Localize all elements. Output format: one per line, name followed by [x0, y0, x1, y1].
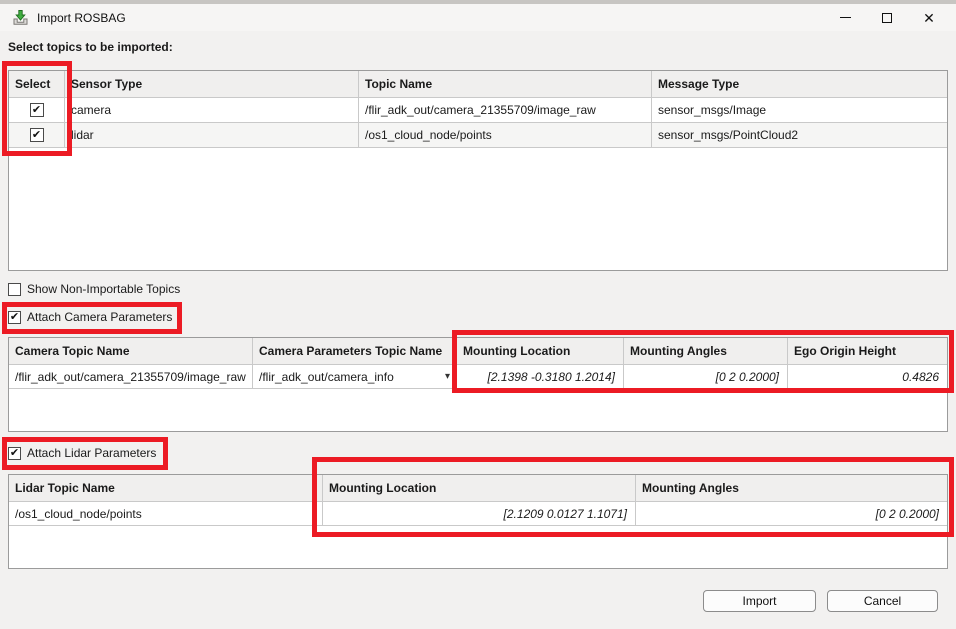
topics-row-lidar-select-cell: ✔	[9, 123, 65, 148]
topics-row-camera-sensor-type: camera	[65, 98, 359, 123]
topics-row-lidar-sensor-type: lidar	[65, 123, 359, 148]
lidar-mounting-angles-cell[interactable]: [0 2 0.2000]	[636, 502, 947, 526]
title-bar[interactable]: Import ROSBAG ✕	[0, 4, 956, 31]
camera-params-topic-value: /flir_adk_out/camera_info	[259, 370, 394, 384]
minimize-icon	[840, 17, 851, 18]
import-rosbag-dialog: Import ROSBAG ✕ Select topics to be impo…	[0, 4, 956, 629]
lidar-parameters-table: Lidar Topic Name Mounting Location Mount…	[8, 474, 948, 569]
lidar-header-mounting-angles: Mounting Angles	[636, 475, 947, 502]
import-button[interactable]: Import	[703, 590, 816, 612]
topics-header-topic-name: Topic Name	[359, 71, 652, 98]
lidar-header-mounting-location: Mounting Location	[323, 475, 636, 502]
minimize-button[interactable]	[824, 4, 866, 31]
lidar-table-empty-area	[9, 526, 947, 568]
topics-row-lidar-message-type: sensor_msgs/PointCloud2	[652, 123, 947, 148]
lidar-topic-name-cell: /os1_cloud_node/points	[9, 502, 323, 526]
show-non-importable-checkbox-row[interactable]: Show Non-Importable Topics	[8, 281, 180, 297]
cancel-button[interactable]: Cancel	[827, 590, 938, 612]
camera-header-ego-origin-height: Ego Origin Height	[788, 338, 947, 365]
show-non-importable-checkbox[interactable]	[8, 283, 21, 296]
camera-ego-origin-height-cell[interactable]: 0.4826	[788, 365, 947, 389]
camera-table-empty-area	[9, 389, 947, 431]
check-icon: ✔	[32, 130, 41, 141]
topics-table: Select Sensor Type Topic Name Message Ty…	[8, 70, 948, 271]
topics-row-camera-topic-name: /flir_adk_out/camera_21355709/image_raw	[359, 98, 652, 123]
check-icon: ✔	[32, 105, 41, 116]
lidar-mounting-location-cell[interactable]: [2.1209 0.0127 1.1071]	[323, 502, 636, 526]
import-download-icon	[12, 9, 29, 26]
attach-lidar-checkbox-row[interactable]: ✔ Attach Lidar Parameters	[8, 445, 156, 461]
attach-camera-checkbox-row[interactable]: ✔ Attach Camera Parameters	[8, 309, 172, 325]
check-icon: ✔	[10, 448, 19, 459]
attach-lidar-label: Attach Lidar Parameters	[27, 446, 156, 460]
camera-select-checkbox[interactable]: ✔	[30, 103, 44, 117]
topics-header-sensor-type: Sensor Type	[65, 71, 359, 98]
camera-header-mounting-angles: Mounting Angles	[624, 338, 788, 365]
camera-parameters-table: Camera Topic Name Camera Parameters Topi…	[8, 337, 948, 432]
check-icon: ✔	[10, 312, 19, 323]
attach-lidar-checkbox[interactable]: ✔	[8, 447, 21, 460]
topics-row-camera-select-cell: ✔	[9, 98, 65, 123]
topics-header-message-type: Message Type	[652, 71, 947, 98]
lidar-select-checkbox[interactable]: ✔	[30, 128, 44, 142]
attach-camera-checkbox[interactable]: ✔	[8, 311, 21, 324]
camera-mounting-location-cell[interactable]: [2.1398 -0.3180 1.2014]	[457, 365, 624, 389]
camera-mounting-angles-cell[interactable]: [0 2 0.2000]	[624, 365, 788, 389]
camera-header-mounting-location: Mounting Location	[457, 338, 624, 365]
topics-row-camera-message-type: sensor_msgs/Image	[652, 98, 947, 123]
chevron-down-icon: ▾	[445, 371, 450, 382]
attach-camera-label: Attach Camera Parameters	[27, 310, 172, 324]
maximize-icon	[882, 13, 892, 23]
window-controls: ✕	[824, 4, 950, 31]
close-button[interactable]: ✕	[908, 4, 950, 31]
show-non-importable-label: Show Non-Importable Topics	[27, 282, 180, 296]
instruction-label: Select topics to be imported:	[8, 40, 173, 54]
close-icon: ✕	[923, 11, 935, 25]
camera-params-topic-dropdown[interactable]: /flir_adk_out/camera_info ▾	[253, 365, 457, 389]
screen: Import ROSBAG ✕ Select topics to be impo…	[0, 0, 956, 629]
topics-table-empty-area	[9, 148, 947, 270]
maximize-button[interactable]	[866, 4, 908, 31]
topics-header-select: Select	[9, 71, 65, 98]
camera-header-topic-name: Camera Topic Name	[9, 338, 253, 365]
topics-row-lidar-topic-name: /os1_cloud_node/points	[359, 123, 652, 148]
lidar-header-topic-name: Lidar Topic Name	[9, 475, 323, 502]
camera-topic-name-cell: /flir_adk_out/camera_21355709/image_raw	[9, 365, 253, 389]
window-title: Import ROSBAG	[37, 11, 126, 25]
camera-header-params-topic-name: Camera Parameters Topic Name	[253, 338, 457, 365]
